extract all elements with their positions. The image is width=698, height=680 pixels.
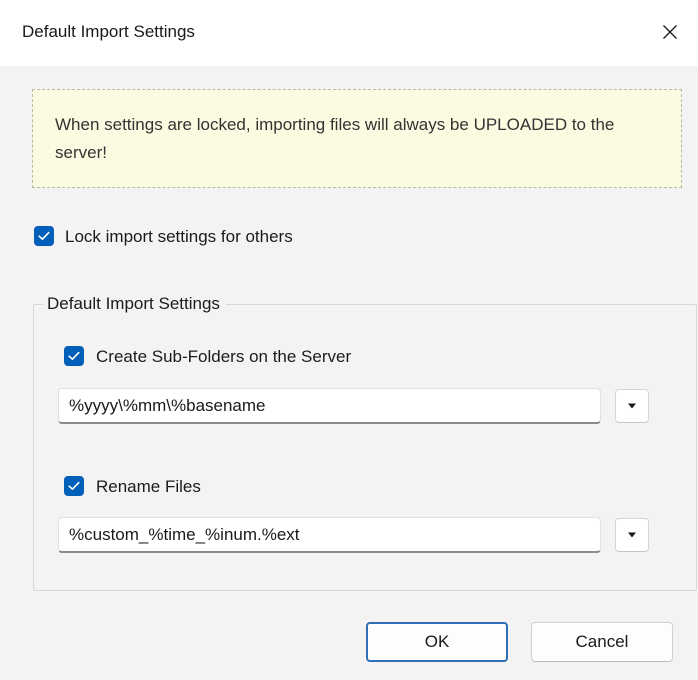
subfolder-pattern-input[interactable]: %yyyy\%mm\%basename [58, 388, 601, 424]
cancel-button[interactable]: Cancel [531, 622, 673, 662]
checkmark-icon [38, 231, 50, 240]
create-subfolders-label[interactable]: Create Sub-Folders on the Server [96, 347, 351, 367]
rename-files-label[interactable]: Rename Files [96, 477, 201, 497]
close-icon [663, 25, 677, 39]
dialog-title: Default Import Settings [22, 22, 195, 41]
checkmark-icon [68, 351, 80, 360]
rename-pattern-dropdown-button[interactable] [615, 518, 649, 552]
dialog-body: When settings are locked, importing file… [8, 66, 698, 680]
import-settings-dialog: Default Import Settings When settings ar… [0, 0, 698, 680]
lock-settings-label[interactable]: Lock import settings for others [65, 227, 293, 247]
title-bar: Default Import Settings [0, 0, 698, 66]
subfolder-pattern-dropdown-button[interactable] [615, 389, 649, 423]
close-button[interactable] [648, 12, 692, 52]
caret-down-icon [628, 403, 636, 409]
lock-notice: When settings are locked, importing file… [32, 89, 682, 188]
rename-pattern-input[interactable]: %custom_%time_%inum.%ext [58, 517, 601, 553]
cancel-button-label: Cancel [575, 632, 629, 651]
rename-files-checkbox[interactable] [64, 476, 84, 496]
group-legend: Default Import Settings [43, 294, 226, 314]
lock-settings-checkbox[interactable] [34, 226, 54, 246]
create-subfolders-checkbox[interactable] [64, 346, 84, 366]
ok-button-label: OK [424, 632, 450, 651]
checkmark-icon [68, 481, 80, 490]
caret-down-icon [628, 532, 636, 538]
ok-button[interactable]: OK [366, 622, 508, 662]
lock-notice-text: When settings are locked, importing file… [55, 115, 615, 162]
